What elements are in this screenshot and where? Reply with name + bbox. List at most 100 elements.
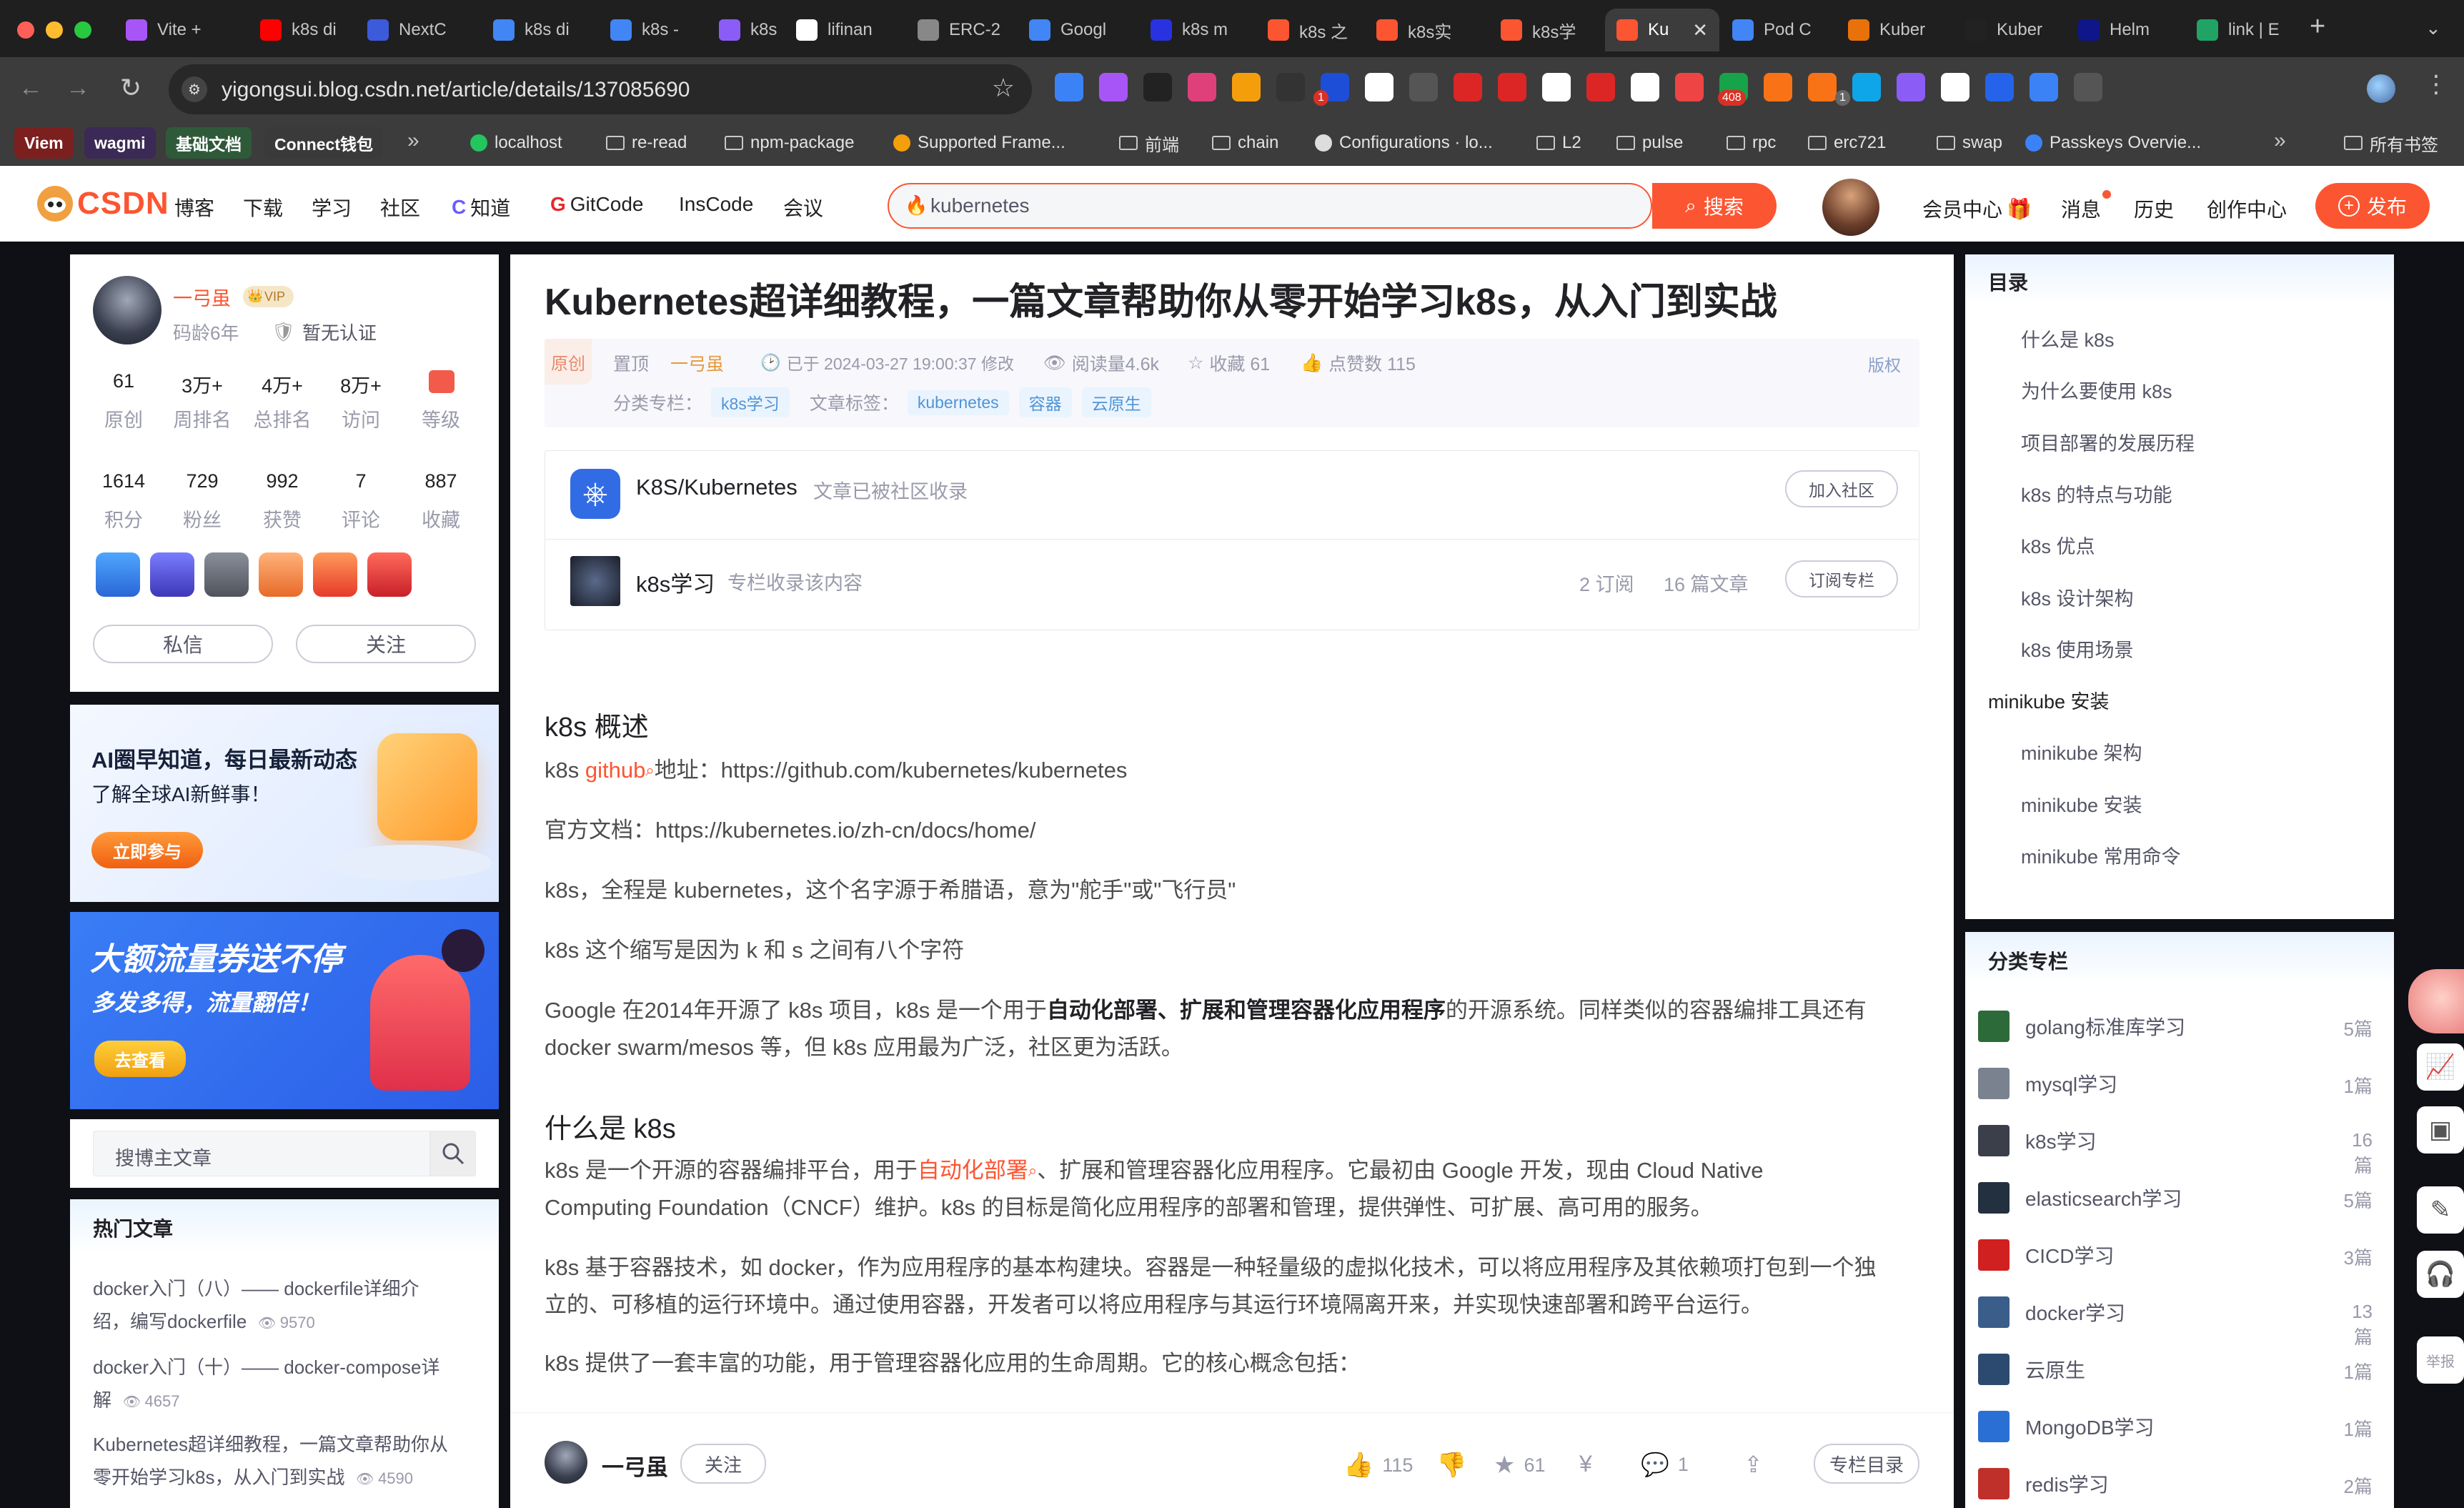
column-item[interactable]: mysql学习 [1978, 1062, 2378, 1105]
bookmark-item[interactable]: npm-package [725, 129, 854, 157]
bookmark-item[interactable]: Supported Frame... [893, 129, 1065, 157]
site-info-icon[interactable]: ⚙ [182, 76, 207, 102]
extension-icon[interactable] [2074, 73, 2102, 101]
browser-tab[interactable]: lifinan [785, 9, 905, 51]
nav-blog[interactable]: 博客 [174, 193, 214, 222]
column-item[interactable]: docker学习 [1978, 1291, 2378, 1334]
extension-icon[interactable] [1188, 73, 1216, 101]
browser-tab[interactable]: Googl [1018, 9, 1138, 51]
column-item[interactable]: MongoDB学习 [1978, 1405, 2378, 1448]
nav-inscode[interactable]: InsCode [679, 193, 753, 216]
all-bookmarks[interactable]: 所有书签 [2344, 129, 2438, 157]
traffic-promo-banner[interactable]: 大额流量券送不停 多发多得，流量翻倍！ 去查看 [70, 912, 499, 1109]
nav-conference[interactable]: 会议 [783, 193, 823, 222]
browser-tab[interactable]: Pod C [1721, 9, 1835, 51]
extension-icon[interactable] [2030, 73, 2058, 101]
bookmark-docs[interactable]: 基础文档 [166, 127, 252, 159]
private-message-button[interactable]: 私信 [93, 625, 273, 663]
bottom-dislike-button[interactable]: 👎 [1436, 1451, 1466, 1479]
extension-icon[interactable] [1586, 73, 1615, 101]
hot-article-item[interactable]: Kubernetes超详细教程，一篇文章帮助你从 零开始学习k8s，从入门到实战 … [93, 1428, 479, 1496]
extension-icon[interactable] [1985, 73, 2014, 101]
float-report-button[interactable]: 举报 [2417, 1336, 2464, 1384]
browser-tab[interactable]: NextC [356, 9, 473, 51]
follow-button[interactable]: 关注 [296, 625, 476, 663]
browser-tab[interactable]: Vite + [114, 9, 233, 51]
extension-icon[interactable] [1365, 73, 1394, 101]
extension-icon[interactable] [1055, 73, 1083, 101]
history-link[interactable]: 历史 [2134, 194, 2174, 223]
extension-icon[interactable] [1498, 73, 1526, 101]
bookmark-item[interactable]: swap [1937, 129, 2002, 157]
bottom-share-button[interactable]: ⇪ [1744, 1451, 1763, 1478]
nav-download[interactable]: 下载 [243, 193, 283, 222]
bookmark-item[interactable]: Passkeys Overvie... [2025, 129, 2201, 157]
toc-item[interactable]: k8s 的特点与功能 [2021, 480, 2172, 507]
browser-tab[interactable]: Kuber [1954, 9, 2065, 51]
badge-6[interactable] [367, 552, 412, 597]
extension-icon[interactable] [1232, 73, 1261, 101]
article-author-link[interactable]: 一弓虽 [670, 350, 724, 376]
new-tab-button[interactable]: + [2310, 11, 2325, 42]
forward-button[interactable]: → [66, 74, 90, 102]
column-item[interactable]: redis学习 [1978, 1462, 2378, 1505]
nav-learn[interactable]: 学习 [312, 193, 352, 222]
bookmark-star-icon[interactable]: ☆ [992, 73, 1015, 103]
address-bar[interactable]: ⚙ yigongsui.blog.csdn.net/article/detail… [169, 64, 1032, 114]
column-item[interactable]: golang标准库学习 [1978, 1005, 2378, 1048]
tag-container[interactable]: 容器 [1018, 387, 1072, 417]
browser-tab[interactable]: k8s di [249, 9, 354, 51]
toc-item[interactable]: 为什么要使用 k8s [2021, 376, 2172, 404]
badge-2[interactable] [150, 552, 194, 597]
bookmark-item[interactable]: localhost [470, 129, 562, 157]
bottom-like-button[interactable]: 👍 115 [1343, 1451, 1413, 1479]
column-directory-button[interactable]: 专栏目录 [1814, 1444, 1919, 1484]
promo-join-button[interactable]: 立即参与 [91, 832, 203, 868]
browser-tab[interactable]: k8s 之 [1256, 9, 1363, 51]
bottom-comment-button[interactable]: 💬 1 [1641, 1451, 1689, 1478]
toc-item[interactable]: minikube 安装 [2021, 790, 2142, 818]
reload-button[interactable]: ↻ [120, 73, 141, 103]
bottom-author-name[interactable]: 一弓虽 [602, 1449, 668, 1482]
browser-tab[interactable]: link | E [2185, 9, 2304, 51]
promo2-view-button[interactable]: 去查看 [94, 1041, 186, 1077]
toc-item[interactable]: k8s 设计架构 [2021, 583, 2134, 611]
column-item[interactable]: 云原生 [1978, 1348, 2378, 1391]
browser-tab[interactable]: k8s学 [1489, 9, 1604, 51]
messages-link[interactable]: 消息 [2061, 194, 2101, 223]
badge-github[interactable] [204, 552, 249, 597]
search-button[interactable]: ⌕ 搜索 [1652, 183, 1777, 229]
bookmark-wagmi[interactable]: wagmi [84, 127, 156, 159]
toc-item[interactable]: k8s 使用场景 [2021, 635, 2134, 663]
extension-icon[interactable] [1764, 73, 1792, 101]
ai-promo-banner[interactable]: AI圈早知道，每日最新动态 了解全球AI新鲜事！ 立即参与 [70, 705, 499, 902]
bottom-reward-button[interactable]: ¥ [1579, 1451, 1592, 1477]
creation-center-link[interactable]: 创作中心 [2207, 194, 2287, 223]
profile-name[interactable]: 一弓虽 [173, 283, 231, 311]
toc-item[interactable]: minikube 安装 [1988, 686, 2110, 714]
extension-icon[interactable] [1808, 73, 1837, 101]
bookmark-item[interactable]: Configurations · lo... [1315, 129, 1493, 157]
toc-item[interactable]: minikube 常用命令 [2021, 841, 2181, 869]
browser-tab[interactable]: Ku ✕ [1605, 9, 1719, 51]
member-center-link[interactable]: 会员中心 🎁 [1922, 194, 2032, 223]
minimize-window-button[interactable] [46, 21, 63, 39]
github-link[interactable]: github⌕ [585, 758, 655, 783]
profile-avatar[interactable] [2367, 74, 2395, 103]
bookmark-item[interactable]: erc721 [1808, 129, 1886, 157]
extension-icon[interactable] [1542, 73, 1571, 101]
extension-icon[interactable] [1897, 73, 1925, 101]
toc-item[interactable]: 什么是 k8s [2021, 324, 2115, 352]
browser-tab[interactable]: ERC-2 [906, 9, 1015, 51]
blog-search-input[interactable]: 搜博主文章 [93, 1131, 430, 1176]
nav-community[interactable]: 社区 [380, 193, 420, 222]
bookmark-item[interactable]: chain [1212, 129, 1278, 157]
badge-4[interactable] [259, 552, 303, 597]
badge-5[interactable] [313, 552, 357, 597]
profile-avatar-large[interactable] [93, 276, 162, 344]
extension-icon[interactable] [1143, 73, 1172, 101]
bookmarks-overflow-right-icon[interactable]: » [2274, 129, 2286, 153]
auto-deploy-link[interactable]: 自动化部署⌕ [918, 1158, 1037, 1183]
column-name[interactable]: k8s学习 [636, 566, 715, 598]
toc-item[interactable]: minikube 架构 [2021, 738, 2142, 765]
